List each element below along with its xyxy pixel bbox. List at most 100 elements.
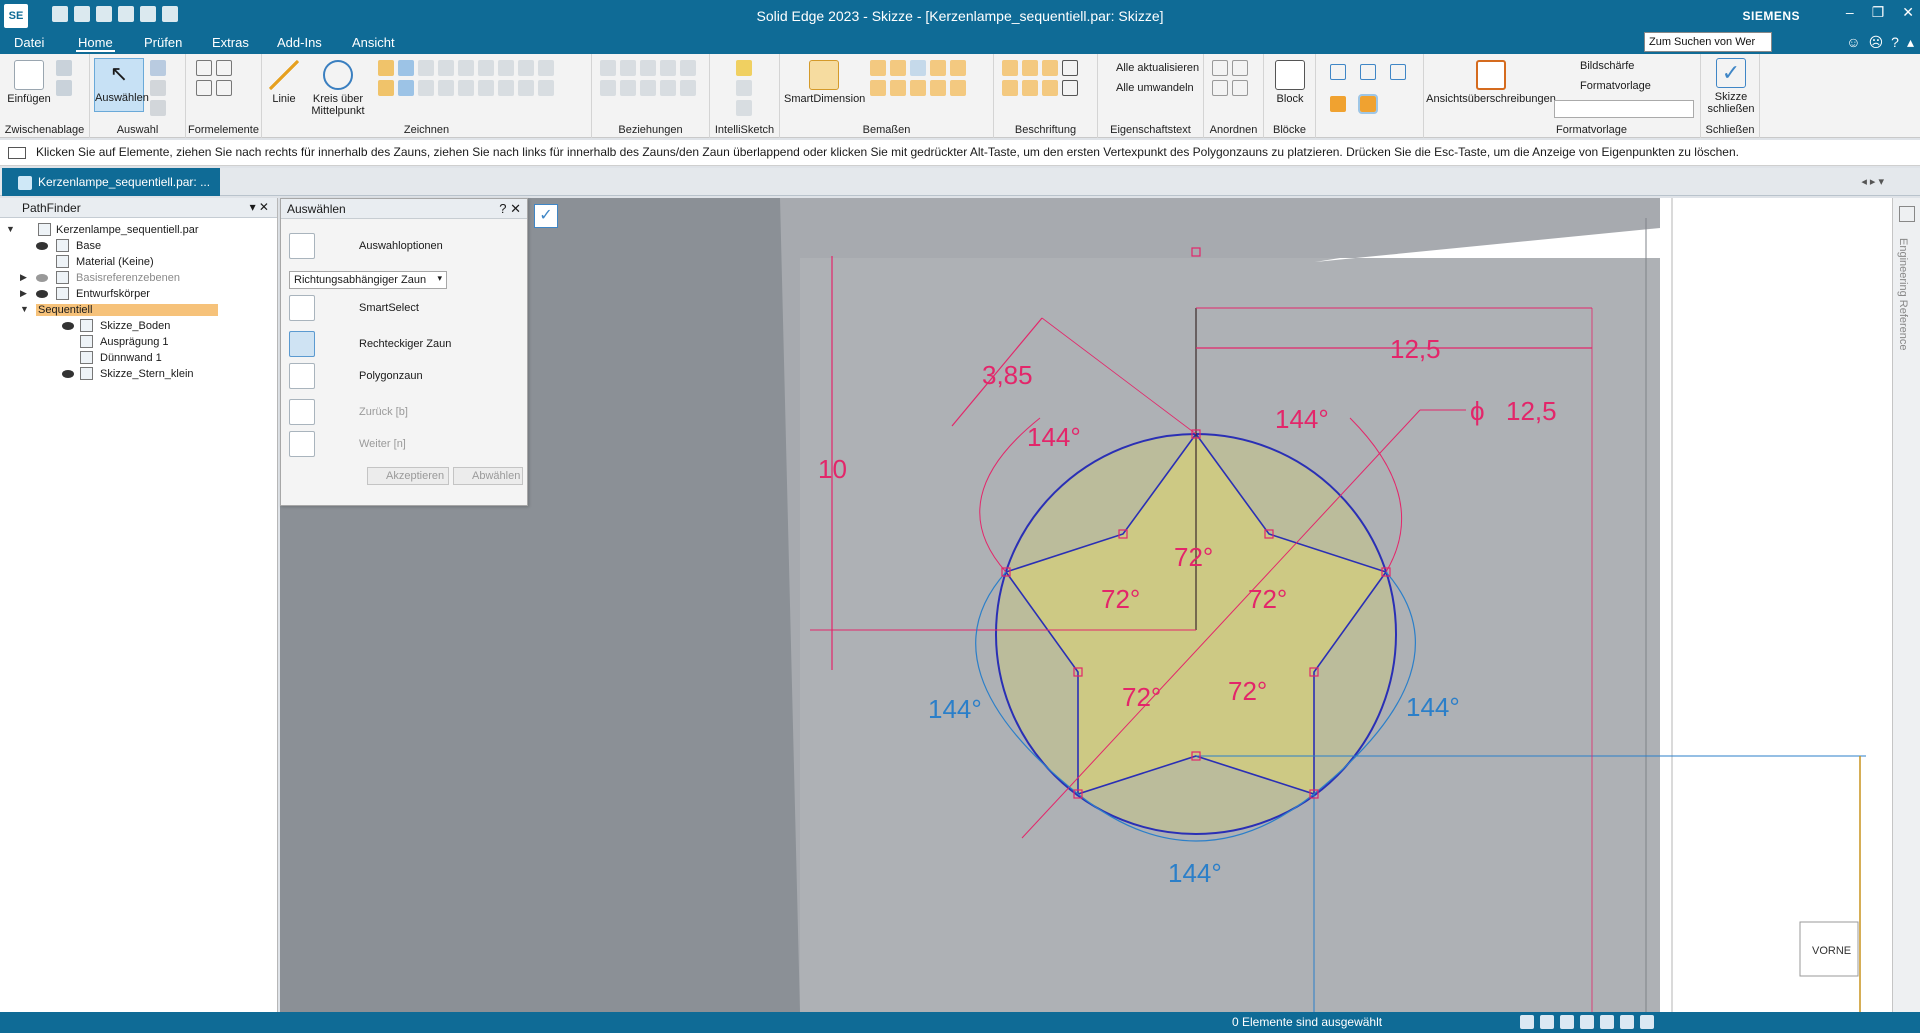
tree-item-sketch-star[interactable]: Skizze_Stern_klein [0,366,270,382]
bring-forward-icon[interactable] [1212,80,1228,96]
chain-dim-icon[interactable] [930,60,946,76]
frame-icon[interactable] [1062,80,1078,96]
selection-options-button[interactable]: Auswahloptionen [289,233,519,259]
smiley-icon[interactable]: ☺ [1846,34,1860,51]
next-button[interactable]: Weiter [n] [289,431,519,457]
paste-button[interactable]: Einfügen [6,60,52,105]
ellipse-icon[interactable] [398,80,414,96]
datum-icon[interactable] [1042,80,1058,96]
shaded-edges-view-icon[interactable] [1358,94,1378,114]
dim-axis-icon[interactable] [950,60,966,76]
split-icon[interactable] [478,80,494,96]
text-icon[interactable] [1062,60,1078,76]
parallel-icon[interactable] [640,80,656,96]
tree-item-part[interactable]: ▼ Kerzenlampe_sequentiell.par [0,222,270,238]
hidden-eye-icon[interactable] [36,274,48,282]
tree-item-base[interactable]: Base [0,238,270,254]
rectangle-icon[interactable] [378,60,394,76]
document-tab[interactable]: Kerzenlampe_sequentiell.par: ... [2,168,220,196]
hatch-icon[interactable] [518,80,534,96]
fit-icon[interactable] [1560,1015,1574,1029]
sharpness-button[interactable]: Bildschärfe [1560,60,1690,72]
leader-icon[interactable] [1042,60,1058,76]
crosshair-icon[interactable] [736,100,752,116]
copy-icon[interactable] [56,80,72,96]
circle-feature-icon[interactable] [196,60,212,76]
symmetric-dim-icon[interactable] [910,60,926,76]
bring-front-icon[interactable] [1212,60,1228,76]
iso-view-icon[interactable] [1330,64,1346,80]
rotate-icon[interactable] [518,60,534,76]
top-view-icon[interactable] [1360,64,1376,80]
angle-dimension[interactable]: 72° [1101,584,1140,614]
select-mode-icon[interactable] [150,100,166,116]
tree-item-sequential[interactable]: ▼ Sequentiell [0,302,220,318]
pan-icon[interactable] [1580,1015,1594,1029]
collinear-icon[interactable] [680,80,696,96]
convert-all-button[interactable]: Alle umwandeln [1098,82,1204,94]
offset-icon[interactable] [478,60,494,76]
collapse-icon[interactable]: ▼ [20,304,29,314]
mirror-icon[interactable] [498,60,514,76]
right-view-icon[interactable] [1390,64,1406,80]
arc-icon[interactable] [398,60,414,76]
deselect-button[interactable]: Abwählen [453,467,523,485]
visibility-eye-icon[interactable] [62,370,74,378]
frown-icon[interactable]: ☹ [1869,34,1884,51]
angle-dimension[interactable]: 72° [1228,676,1267,706]
visibility-eye-icon[interactable] [36,290,48,298]
circle-center-button[interactable]: Kreis über Mittelpunkt [306,60,370,117]
tab-extras[interactable]: Extras [210,35,251,50]
update-all-button[interactable]: Alle aktualisieren [1098,62,1204,74]
style-dropdown[interactable] [1554,100,1694,118]
send-backward-icon[interactable] [1232,80,1248,96]
radius-dim-icon[interactable] [890,80,906,96]
block-button[interactable]: Block [1268,60,1312,105]
stretch-icon[interactable] [458,80,474,96]
coord-dim-icon[interactable] [870,80,886,96]
send-back-icon[interactable] [1232,60,1248,76]
angle-dimension[interactable]: 72° [1122,682,1161,712]
fillet-icon[interactable] [378,80,394,96]
angle-dimension-blue[interactable]: 144° [1168,858,1222,888]
tab-add-ins[interactable]: Add-Ins [275,35,324,50]
angle-dimension-blue[interactable]: 144° [928,694,982,724]
command-search-input[interactable]: Zum Suchen von Wer [1644,32,1772,52]
style-button[interactable]: Formatvorlage [1560,80,1690,92]
extend-icon[interactable] [458,60,474,76]
restore-icon[interactable]: ❐ [1872,4,1885,21]
views-icon[interactable] [1640,1015,1654,1029]
perpendicular-icon[interactable] [660,80,676,96]
concentric-icon[interactable] [640,60,656,76]
tree-item-thinwall[interactable]: Dünnwand 1 [0,350,270,366]
engineering-reference-tab[interactable]: Engineering Reference [1897,238,1909,351]
close-sketch-button[interactable]: ✓ Skizze schließen [1707,58,1755,115]
project-icon[interactable] [538,80,554,96]
tree-item-extrude[interactable]: Ausprägung 1 [0,334,270,350]
visibility-eye-icon[interactable] [36,242,48,250]
smartselect-button[interactable]: SmartSelect [289,295,519,321]
zoom-area-icon[interactable] [1520,1015,1534,1029]
pathfinder-controls[interactable]: ▾ ✕ [250,200,269,214]
pattern-feature-icon[interactable] [216,80,232,96]
visibility-eye-icon[interactable] [62,322,74,330]
view-cube[interactable]: VORNE [1799,921,1859,977]
angle-dim-icon[interactable] [890,60,906,76]
keyboard-icon[interactable] [8,147,26,159]
weld-icon[interactable] [1002,80,1018,96]
bulb-icon[interactable] [736,60,752,76]
polygon-icon[interactable] [418,60,434,76]
rect-fence-button[interactable]: Rechteckiger Zaun [289,331,519,357]
connect-icon[interactable] [600,60,616,76]
angle-dimension[interactable]: 72° [1174,542,1213,572]
horizontal-icon[interactable] [600,80,616,96]
height-dimension[interactable]: 10 [818,454,847,484]
fill-icon[interactable] [498,80,514,96]
zoom-icon[interactable] [1540,1015,1554,1029]
scale-icon[interactable] [538,60,554,76]
diameter-dimension[interactable]: 12,5 [1506,396,1557,426]
angle-dimension[interactable]: 144° [1275,404,1329,434]
ribbon-minimize-icon[interactable]: ▴ [1907,34,1914,51]
tangent-icon[interactable] [620,60,636,76]
tab-pruefen[interactable]: Prüfen [142,35,184,50]
